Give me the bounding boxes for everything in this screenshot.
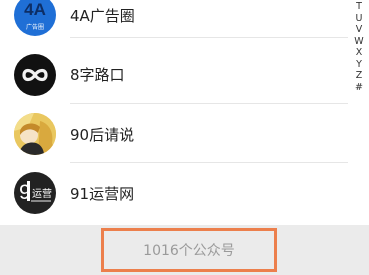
alphabet-index[interactable]: T U V W X Y Z # [353, 0, 365, 93]
index-letter[interactable]: Z [353, 70, 365, 82]
index-letter[interactable]: # [353, 82, 365, 94]
account-name: 91运营网 [70, 185, 135, 203]
index-letter[interactable]: T [353, 1, 365, 13]
list-footer: 1016个公众号 [0, 225, 369, 275]
divider [70, 37, 348, 38]
highlight-box: 1016个公众号 [101, 228, 277, 272]
list-item-4a[interactable]: 4A 广告圈 4A广告圈 [0, 0, 348, 50]
91-logo-icon: 9 运营 [14, 172, 56, 214]
infinity-logo-icon [14, 54, 56, 96]
index-letter[interactable]: V [353, 24, 365, 36]
account-name: 4A广告圈 [70, 7, 135, 25]
list-item-91yunying[interactable]: 9 运营 91运营网 [0, 163, 348, 221]
index-letter[interactable]: U [353, 13, 365, 25]
index-letter[interactable]: X [353, 47, 365, 59]
list-item-90houqingshuo[interactable]: 90后请说 [0, 104, 348, 163]
4a-logo-icon: 4A 广告圈 [14, 0, 56, 36]
account-name: 90后请说 [70, 126, 135, 144]
account-name: 8字路口 [70, 66, 125, 84]
portrait-avatar-icon [14, 113, 56, 155]
index-letter[interactable]: W [353, 36, 365, 48]
index-letter[interactable]: Y [353, 59, 365, 71]
account-count: 1016个公众号 [143, 243, 235, 259]
list-item-8zilukou[interactable]: 8字路口 [0, 46, 348, 104]
